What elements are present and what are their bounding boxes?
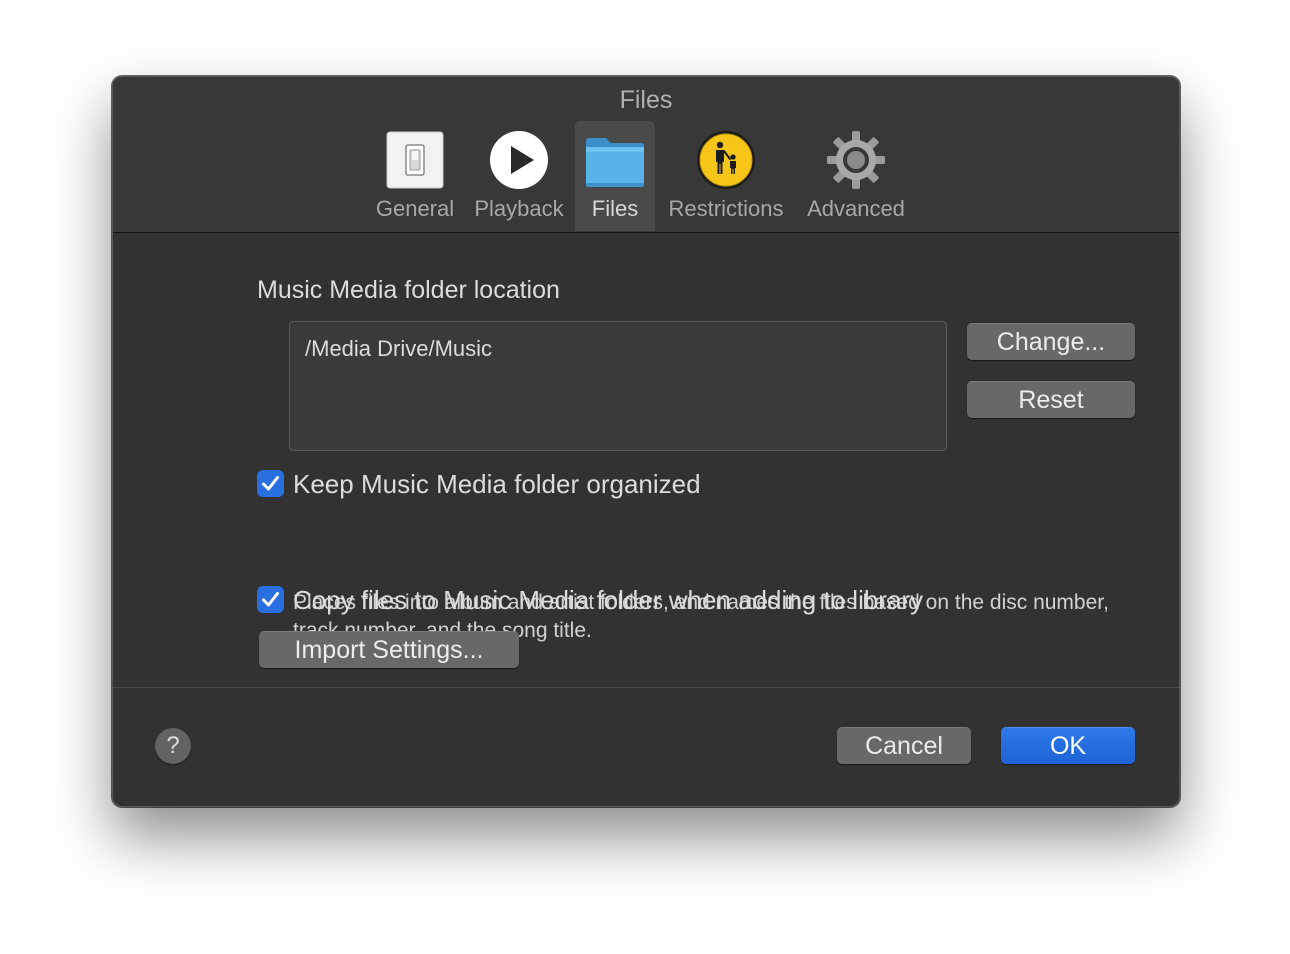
switch-icon [384, 129, 446, 191]
tab-general[interactable]: General [367, 121, 463, 231]
folder-icon [584, 129, 646, 191]
tab-advanced-label: Advanced [807, 196, 905, 221]
tab-files[interactable]: Files [575, 121, 655, 231]
folder-path-text: /Media Drive/Music [305, 336, 493, 361]
folder-path-field: /Media Drive/Music [289, 321, 947, 451]
preferences-window: Files General Playback Files Restriction… [112, 76, 1180, 807]
tab-playback[interactable]: Playback [469, 121, 569, 231]
reset-button[interactable]: Reset [967, 381, 1135, 418]
keep-organized-checkbox[interactable] [257, 470, 284, 497]
import-settings-button[interactable]: Import Settings... [259, 631, 519, 668]
help-button[interactable]: ? [155, 728, 191, 764]
window-title: Files [619, 86, 673, 114]
tab-restrictions-label: Restrictions [668, 196, 784, 221]
tab-general-label: General [375, 196, 455, 221]
parental-controls-icon [695, 129, 757, 191]
folder-location-label: Music Media folder location [257, 276, 560, 304]
footer-divider [113, 687, 1179, 688]
ok-button[interactable]: OK [1001, 727, 1135, 764]
copy-files-label: Copy files to Music Media folder when ad… [293, 585, 924, 615]
play-icon [488, 129, 550, 191]
tab-playback-label: Playback [474, 196, 564, 221]
preferences-toolbar: General Playback Files Restrictions Adva… [113, 121, 1179, 231]
keep-organized-label: Keep Music Media folder organized [293, 469, 701, 499]
tab-files-label: Files [591, 196, 639, 221]
tab-restrictions[interactable]: Restrictions [661, 121, 791, 231]
titlebar: Files General Playback Files Restriction… [113, 77, 1179, 233]
copy-files-checkbox[interactable] [257, 586, 284, 613]
cancel-button[interactable]: Cancel [837, 727, 971, 764]
change-button[interactable]: Change... [967, 323, 1135, 360]
tab-advanced[interactable]: Advanced [799, 121, 913, 231]
gear-icon [825, 129, 887, 191]
